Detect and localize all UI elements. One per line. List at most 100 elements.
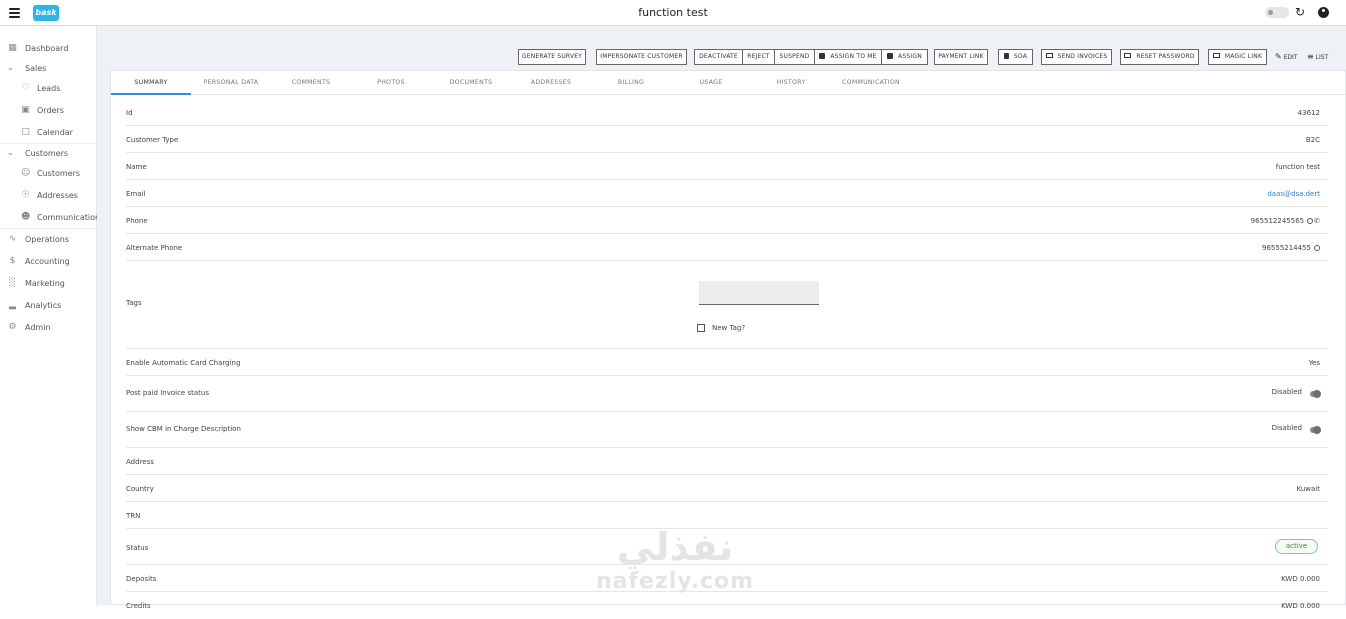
edit-button[interactable]: ✎ EDIT bbox=[1275, 52, 1297, 61]
sidebar-item-marketing[interactable]: ░ Marketing bbox=[0, 275, 97, 293]
alternate-phone-value: 96555214455 bbox=[1262, 244, 1311, 252]
people-icon: ☻ bbox=[21, 212, 31, 222]
field-row-email: Email daas@dsa.dert bbox=[126, 180, 1328, 207]
account-icon[interactable] bbox=[1318, 7, 1329, 18]
tab-personal-data[interactable]: PERSONAL DATA bbox=[191, 71, 271, 95]
sidebar-item-dashboard[interactable]: ▦ Dashboard bbox=[0, 40, 97, 58]
sidebar-item-communication[interactable]: ☻ Communication bbox=[0, 209, 97, 227]
deactivate-button[interactable]: DEACTIVATE bbox=[694, 49, 743, 65]
sidebar-item-accounting[interactable]: $ Accounting bbox=[0, 253, 97, 271]
pencil-icon: ✎ bbox=[1275, 52, 1282, 61]
calendar-icon: □ bbox=[21, 127, 30, 137]
mail-icon bbox=[1045, 53, 1053, 58]
impersonate-customer-button[interactable]: IMPERSONATE CUSTOMER bbox=[596, 49, 687, 65]
tab-communication[interactable]: COMMUNICATION bbox=[831, 71, 911, 95]
field-row-alternate-phone: Alternate Phone 96555214455 bbox=[126, 234, 1328, 261]
field-row-deposits: Deposits KWD 0.000 bbox=[126, 565, 1328, 592]
reset-password-button[interactable]: RESET PASSWORD bbox=[1120, 49, 1199, 65]
bar-chart-icon: ░ bbox=[9, 278, 16, 288]
sidebar-item-addresses[interactable]: ☉ Addresses bbox=[0, 187, 97, 205]
soa-button[interactable]: SOA bbox=[998, 49, 1033, 65]
heart-icon: ♡ bbox=[21, 83, 30, 93]
reject-button[interactable]: REJECT bbox=[742, 49, 775, 65]
whatsapp-icon[interactable] bbox=[1307, 218, 1314, 224]
tab-billing[interactable]: BILLING bbox=[591, 71, 671, 95]
cart-icon: ▣ bbox=[21, 105, 30, 115]
tab-usage[interactable]: USAGE bbox=[671, 71, 751, 95]
field-row-country: Country Kuwait bbox=[126, 475, 1328, 502]
person-icon: ☺ bbox=[21, 168, 31, 178]
list-icon: ≡ bbox=[1307, 52, 1314, 61]
field-row-tags: Tags New Tag? bbox=[126, 261, 1328, 349]
phone-call-icon[interactable]: ✆ bbox=[1314, 217, 1320, 225]
field-row-status: Status active bbox=[126, 529, 1328, 565]
mail-icon bbox=[1124, 53, 1132, 58]
sidebar-group-customers[interactable]: ⌄ Customers bbox=[0, 145, 97, 163]
assign-button[interactable]: ASSIGN bbox=[881, 49, 928, 65]
field-row-name: Name function test bbox=[126, 153, 1328, 180]
tab-addresses[interactable]: ADDRESSES bbox=[511, 71, 591, 95]
tab-comments[interactable]: COMMENTS bbox=[271, 71, 351, 95]
dollar-icon: $ bbox=[9, 256, 16, 266]
tab-photos[interactable]: PHOTOS bbox=[351, 71, 431, 95]
action-toolbar: GENERATE SURVEY IMPERSONATE CUSTOMER DEA… bbox=[97, 49, 1346, 65]
sidebar: ▦ Dashboard ⌄ Sales ♡ Leads ▣ Orders □ C… bbox=[0, 26, 97, 605]
chevron-down-icon: ⌄ bbox=[6, 148, 15, 158]
tab-summary[interactable]: SUMMARY bbox=[111, 71, 191, 95]
sidebar-item-leads[interactable]: ♡ Leads bbox=[0, 80, 97, 98]
field-row-address: Address bbox=[126, 448, 1328, 475]
status-badge: active bbox=[1275, 539, 1318, 554]
field-row-credits: Credits KWD 0.000 bbox=[126, 602, 1320, 610]
field-row-show-cbm: Show CBM in Charge Description Disabled bbox=[126, 412, 1328, 448]
person-badge-icon bbox=[819, 53, 826, 59]
magic-link-button[interactable]: MAGIC LINK bbox=[1208, 49, 1267, 65]
chevron-down-icon: ⌄ bbox=[6, 63, 15, 73]
email-link[interactable]: daas@dsa.dert bbox=[1267, 190, 1320, 198]
tags-input[interactable] bbox=[699, 281, 819, 305]
sidebar-item-orders[interactable]: ▣ Orders bbox=[0, 102, 97, 120]
tab-documents[interactable]: DOCUMENTS bbox=[431, 71, 511, 95]
postpaid-toggle[interactable] bbox=[1310, 390, 1321, 398]
top-bar: bask function test ↻ bbox=[0, 0, 1346, 26]
generate-survey-button[interactable]: GENERATE SURVEY bbox=[518, 49, 586, 65]
list-button[interactable]: ≡ LIST bbox=[1307, 52, 1328, 61]
field-row-phone: Phone 965512245565 ✆ bbox=[126, 207, 1328, 234]
tab-bar: SUMMARY PERSONAL DATA COMMENTS PHOTOS DO… bbox=[111, 71, 1346, 95]
sidebar-group-sales[interactable]: ⌄ Sales bbox=[0, 60, 97, 78]
field-row-customer-type: Customer Type B2C bbox=[126, 126, 1328, 153]
grid-icon: ▦ bbox=[8, 43, 17, 53]
field-row-trn: TRN bbox=[126, 502, 1328, 529]
send-invoices-button[interactable]: SEND INVOICES bbox=[1041, 49, 1112, 65]
mail-icon bbox=[1212, 53, 1220, 58]
analytics-icon: ▂ bbox=[9, 300, 16, 310]
sidebar-item-admin[interactable]: ⚙ Admin bbox=[0, 319, 97, 337]
sidebar-item-analytics[interactable]: ▂ Analytics bbox=[0, 297, 97, 315]
location-icon: ☉ bbox=[21, 190, 30, 200]
field-row-id: Id 43612 bbox=[126, 99, 1328, 126]
sidebar-divider bbox=[0, 143, 97, 144]
customer-id-value: 43612 bbox=[1297, 109, 1320, 117]
new-tag-checkbox[interactable] bbox=[697, 324, 705, 332]
sidebar-divider bbox=[0, 228, 97, 229]
sidebar-item-customers[interactable]: ☺ Customers bbox=[0, 165, 97, 183]
page-title: function test bbox=[638, 6, 708, 19]
main-content: GENERATE SURVEY IMPERSONATE CUSTOMER DEA… bbox=[97, 26, 1346, 610]
sidebar-item-operations[interactable]: ∿ Operations bbox=[0, 231, 97, 249]
phone-value: 965512245565 bbox=[1250, 217, 1305, 225]
document-icon bbox=[1003, 53, 1009, 59]
pulse-icon: ∿ bbox=[8, 234, 17, 244]
new-tag-label: New Tag? bbox=[712, 324, 746, 332]
theme-toggle[interactable] bbox=[1265, 7, 1289, 18]
field-row-auto-charge: Enable Automatic Card Charging Yes bbox=[126, 349, 1328, 376]
whatsapp-icon[interactable] bbox=[1314, 245, 1320, 251]
sidebar-item-calendar[interactable]: □ Calendar bbox=[0, 124, 97, 142]
payment-link-button[interactable]: PAYMENT LINK bbox=[934, 49, 988, 65]
assign-to-me-button[interactable]: ASSIGN TO ME bbox=[814, 49, 882, 65]
show-cbm-toggle[interactable] bbox=[1310, 426, 1321, 434]
refresh-icon[interactable]: ↻ bbox=[1295, 6, 1306, 18]
customer-card: SUMMARY PERSONAL DATA COMMENTS PHOTOS DO… bbox=[110, 70, 1346, 610]
gear-icon: ⚙ bbox=[8, 322, 17, 332]
field-row-postpaid-status: Post paid Invoice status Disabled bbox=[126, 376, 1328, 412]
suspend-button[interactable]: SUSPEND bbox=[774, 49, 815, 65]
tab-history[interactable]: HISTORY bbox=[751, 71, 831, 95]
